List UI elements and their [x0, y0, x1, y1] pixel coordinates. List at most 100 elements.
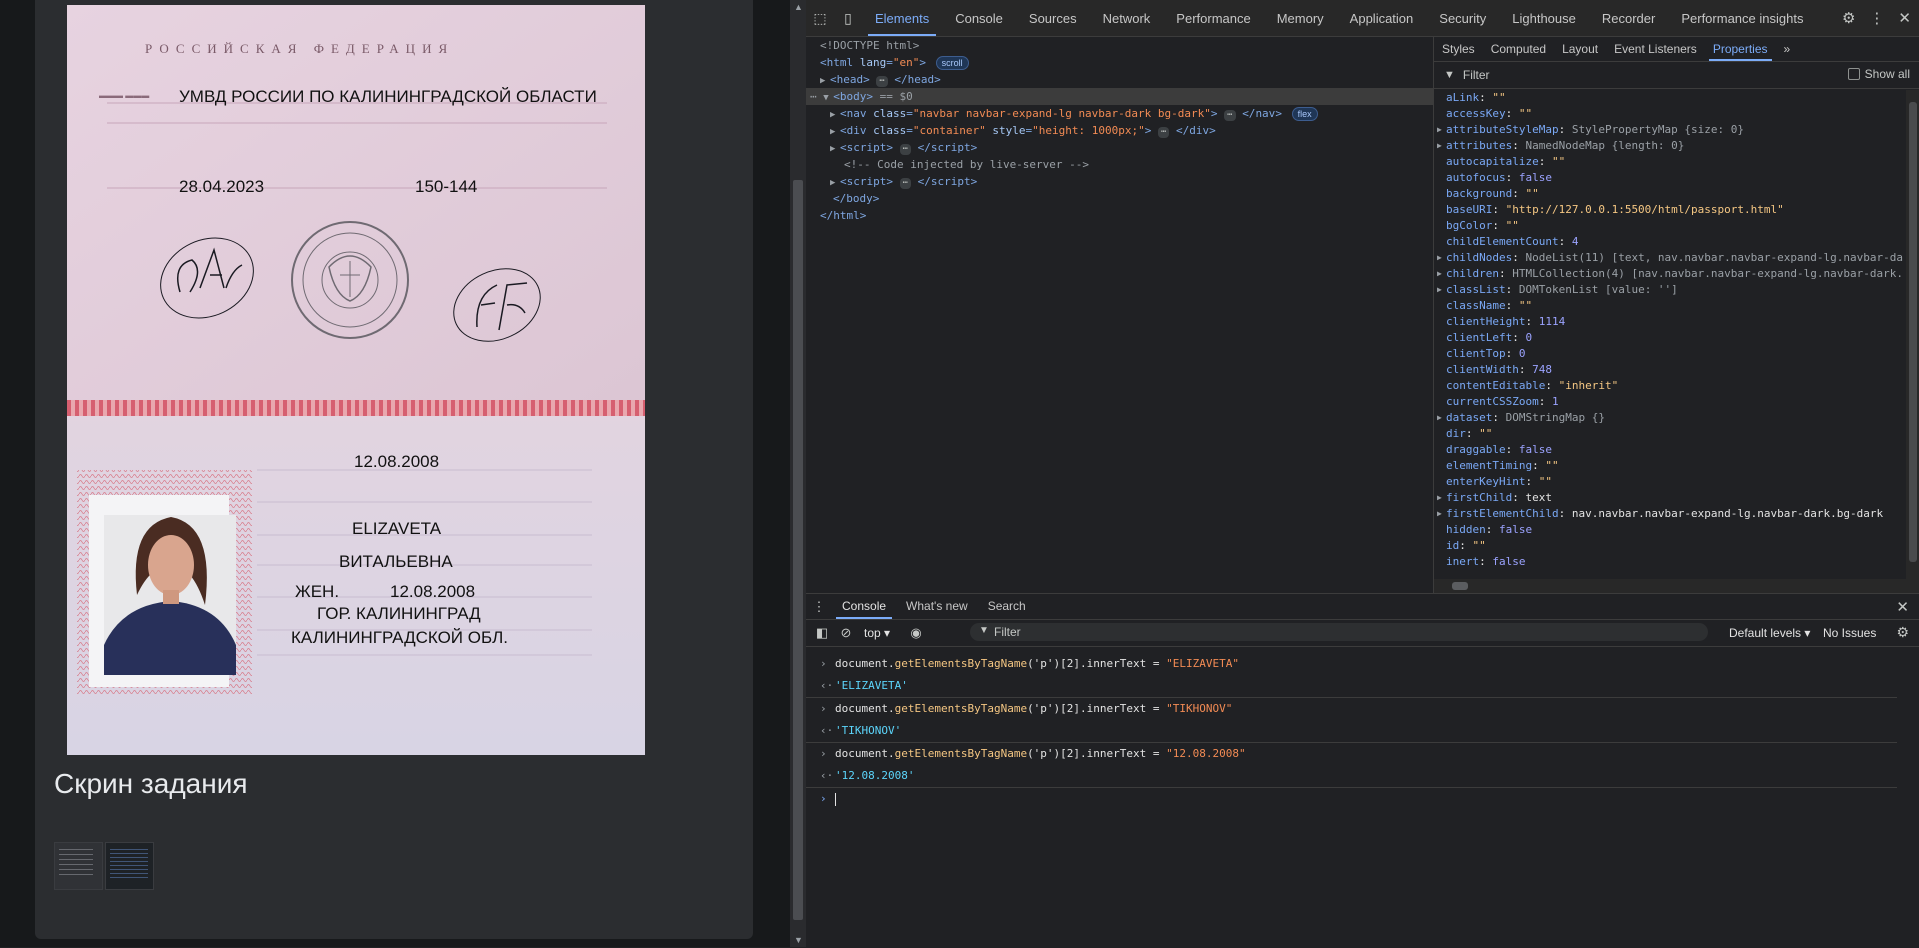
console-output-line[interactable]: ‹· 'ELIZAVETA': [806, 675, 1897, 698]
tab-security[interactable]: Security: [1426, 0, 1499, 36]
tab-console[interactable]: Console: [942, 0, 1016, 36]
property-row[interactable]: ▶ childNodes: NodeList(11) [text, nav.nav…: [1434, 250, 1904, 266]
tab-performance[interactable]: Performance: [1163, 0, 1263, 36]
property-row[interactable]: ▶ dataset: DOMStringMap {}: [1434, 410, 1904, 426]
default-levels-select[interactable]: Default levels ▾: [1729, 626, 1810, 640]
console-output-line[interactable]: ‹· 'TIKHONOV': [806, 720, 1897, 743]
property-row[interactable]: baseURI: "http://127.0.0.1:5500/html/pas…: [1434, 202, 1904, 218]
property-row[interactable]: className: "": [1434, 298, 1904, 314]
inspect-element-icon[interactable]: ⬚: [806, 0, 834, 36]
console-output-line[interactable]: ‹· '12.08.2008': [806, 765, 1897, 788]
property-row[interactable]: draggable: false: [1434, 442, 1904, 458]
dom-head[interactable]: ▶ <head> ⋯ </head>: [820, 71, 941, 88]
tab-sources[interactable]: Sources: [1016, 0, 1090, 36]
sidebar-tab-event-listeners[interactable]: Event Listeners: [1606, 37, 1705, 61]
property-row[interactable]: background: "": [1434, 186, 1904, 202]
console-input-line[interactable]: › document.getElementsByTagName('p')[2].i…: [806, 743, 1919, 765]
tab-lighthouse[interactable]: Lighthouse: [1499, 0, 1589, 36]
expand-triangle-icon[interactable]: ▶: [830, 141, 840, 158]
property-row[interactable]: dir: "": [1434, 426, 1904, 442]
drawer-menu-icon[interactable]: ⋮: [806, 599, 832, 615]
sidebar-tab-computed[interactable]: Computed: [1483, 37, 1554, 61]
console-filter-input[interactable]: ▼ Filter: [970, 623, 1708, 641]
console-settings-gear-icon[interactable]: ⚙: [1896, 624, 1909, 641]
sidebar-tab-styles[interactable]: Styles: [1434, 37, 1483, 61]
context-select[interactable]: top ▾: [864, 626, 890, 640]
drawer-tab-what-s-new[interactable]: What's new: [896, 594, 978, 619]
expand-triangle-icon[interactable]: ▶: [1437, 506, 1442, 522]
properties-hscrollbar[interactable]: [1434, 579, 1919, 593]
scroll-up-arrow-icon[interactable]: ▲: [794, 2, 803, 12]
console-input-line[interactable]: › document.getElementsByTagName('p')[2].i…: [806, 698, 1919, 720]
settings-gear-icon[interactable]: ⚙: [1842, 9, 1855, 27]
issues-counter[interactable]: No Issues: [1823, 626, 1876, 640]
properties-scrollbar-thumb[interactable]: [1909, 102, 1917, 562]
expand-triangle-icon[interactable]: ▶: [1437, 250, 1442, 266]
properties-scrollbar[interactable]: [1906, 90, 1919, 580]
property-row[interactable]: autofocus: false: [1434, 170, 1904, 186]
property-row[interactable]: ▶ firstChild: text: [1434, 490, 1904, 506]
property-row[interactable]: currentCSSZoom: 1: [1434, 394, 1904, 410]
property-row[interactable]: bgColor: "": [1434, 218, 1904, 234]
property-row[interactable]: inert: false: [1434, 554, 1904, 570]
sidebar-toggle-icon[interactable]: ◧: [810, 625, 834, 641]
tab-performance-insights[interactable]: Performance insights: [1668, 0, 1816, 36]
property-row[interactable]: ▶ firstElementChild: nav.navbar.navbar-ex…: [1434, 506, 1904, 522]
tab-recorder[interactable]: Recorder: [1589, 0, 1668, 36]
property-row[interactable]: id: "": [1434, 538, 1904, 554]
properties-hscrollbar-thumb[interactable]: [1452, 582, 1468, 590]
expand-triangle-icon[interactable]: ▶: [1437, 282, 1442, 298]
screenshot-thumbnail[interactable]: [54, 842, 154, 890]
expand-triangle-icon[interactable]: ▶: [1437, 266, 1442, 282]
dom-html-close[interactable]: </html>: [820, 207, 866, 224]
dom-comment[interactable]: <!-- Code injected by live-server -->: [844, 156, 1089, 173]
dom-div-container[interactable]: ▶ <div class="container" style="height: 1…: [830, 122, 1216, 139]
properties-filter-input[interactable]: Filter: [1463, 68, 1490, 82]
scroll-badge[interactable]: scroll: [935, 56, 969, 70]
close-devtools-icon[interactable]: ✕: [1898, 9, 1911, 27]
property-row[interactable]: contentEditable: "inherit": [1434, 378, 1904, 394]
expand-triangle-icon[interactable]: ▶: [1437, 490, 1442, 506]
property-row[interactable]: ▶ attributeStyleMap: StylePropertyMap {si…: [1434, 122, 1904, 138]
property-row[interactable]: ▶ classList: DOMTokenList [value: '']: [1434, 282, 1904, 298]
tab-elements[interactable]: Elements: [862, 0, 942, 36]
checkbox-icon[interactable]: [1847, 68, 1860, 80]
dom-script-1[interactable]: ▶ <script> ⋯ </script>: [830, 139, 977, 156]
console-prompt[interactable]: ›: [806, 788, 1919, 810]
drawer-tab-console[interactable]: Console: [832, 594, 896, 619]
dom-body-close[interactable]: </body>: [833, 190, 879, 207]
dom-script-2[interactable]: ▶ <script> ⋯ </script>: [830, 173, 977, 190]
live-expression-eye-icon[interactable]: ◉: [904, 625, 928, 641]
sidebar-tab-layout[interactable]: Layout: [1554, 37, 1606, 61]
tab-network[interactable]: Network: [1090, 0, 1164, 36]
property-row[interactable]: enterKeyHint: "": [1434, 474, 1904, 490]
sidebar-tab-properties[interactable]: Properties: [1705, 37, 1776, 61]
dom-body-selected[interactable]: ⋯ ▼ <body> == $0: [806, 88, 1437, 105]
scroll-down-arrow-icon[interactable]: ▼: [794, 935, 803, 945]
property-row[interactable]: clientTop: 0: [1434, 346, 1904, 362]
more-tabs-chevron-icon[interactable]: »: [1776, 37, 1799, 61]
dom-html-open[interactable]: <html lang="en"> scroll: [820, 54, 969, 71]
property-row[interactable]: clientWidth: 748: [1434, 362, 1904, 378]
property-row[interactable]: ▶ children: HTMLCollection(4) [nav.navbar…: [1434, 266, 1904, 282]
dom-doctype[interactable]: <!DOCTYPE html>: [820, 37, 919, 54]
dom-nav[interactable]: ▶ <nav class="navbar navbar-expand-lg nav…: [830, 105, 1318, 122]
property-row[interactable]: hidden: false: [1434, 522, 1904, 538]
property-row[interactable]: elementTiming: "": [1434, 458, 1904, 474]
drawer-tab-search[interactable]: Search: [978, 594, 1036, 619]
console-input-line[interactable]: › document.getElementsByTagName('p')[2].i…: [806, 653, 1919, 675]
tab-application[interactable]: Application: [1337, 0, 1427, 36]
property-row[interactable]: childElementCount: 4: [1434, 234, 1904, 250]
page-scrollbar[interactable]: ▲ ▼: [790, 0, 806, 947]
clear-console-icon[interactable]: ⊘: [834, 625, 858, 641]
page-scrollbar-thumb[interactable]: [793, 180, 803, 920]
expand-triangle-icon[interactable]: ▶: [1437, 410, 1442, 426]
property-row[interactable]: clientHeight: 1114: [1434, 314, 1904, 330]
property-row[interactable]: autocapitalize: "": [1434, 154, 1904, 170]
flex-badge[interactable]: flex: [1291, 107, 1318, 121]
expand-triangle-icon[interactable]: ▶: [1437, 138, 1442, 154]
more-options-icon[interactable]: ⋮: [1869, 9, 1884, 27]
show-all-checkbox[interactable]: Show all: [1847, 67, 1910, 81]
property-row[interactable]: accessKey: "": [1434, 106, 1904, 122]
property-row[interactable]: clientLeft: 0: [1434, 330, 1904, 346]
